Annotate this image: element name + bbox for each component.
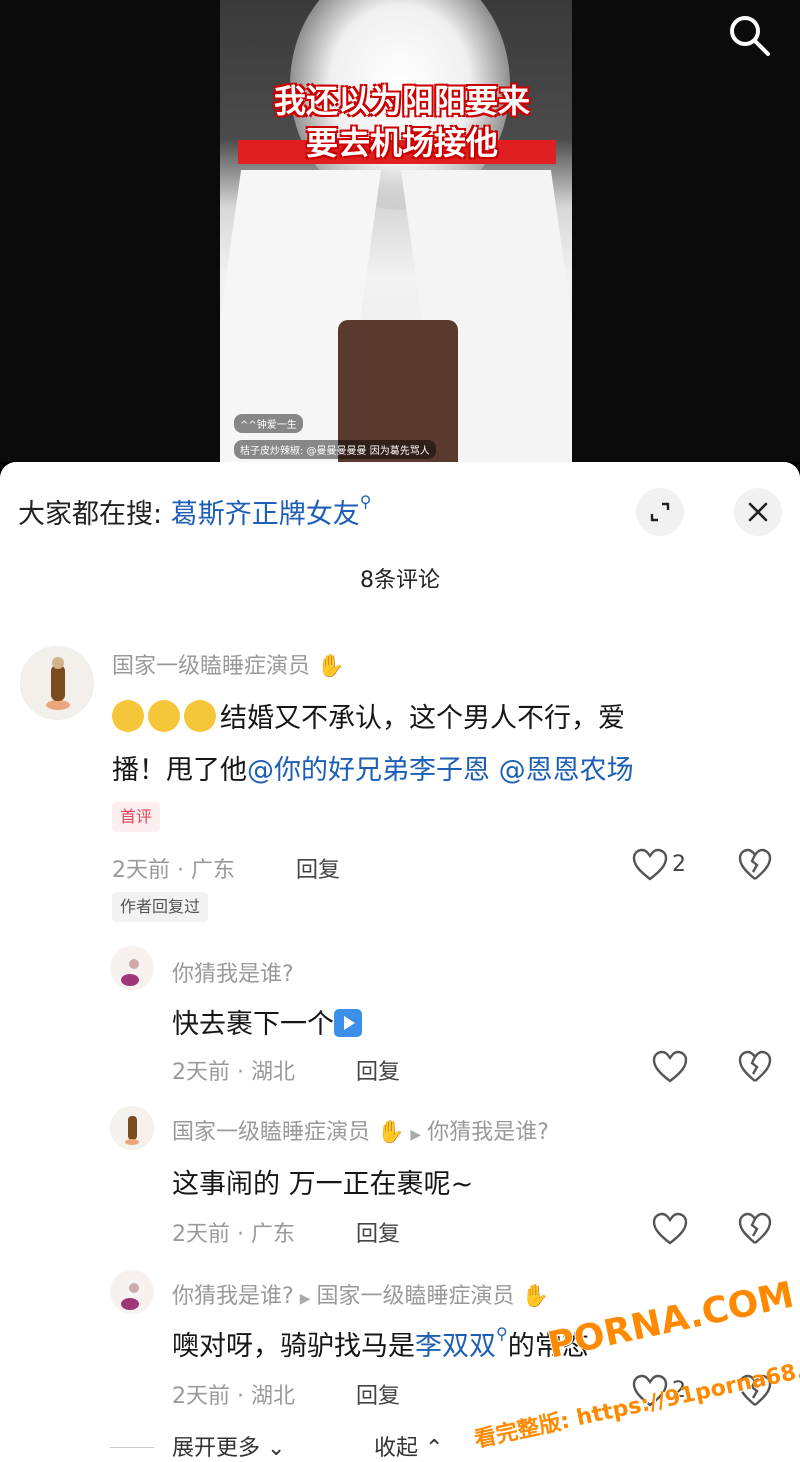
mention-link[interactable]: @恩恩农场 <box>499 755 634 786</box>
mention-link[interactable]: @你的好兄弟李子恩 <box>247 755 490 786</box>
close-icon <box>748 502 768 522</box>
comment-text-line2: 播！甩了他@你的好兄弟李子恩 @恩恩农场 <box>112 755 634 786</box>
reply-button[interactable]: 回复 <box>296 852 340 884</box>
video-frame: 我还以为阳阳要来 要去机场接他 ^^钟爱一生 桔子皮炒辣椒: @曼曼曼曼曼 因为… <box>220 0 572 462</box>
divider <box>110 1447 154 1448</box>
chevron-up-icon: ⌃ <box>425 1436 444 1461</box>
reply-arrow-icon: ▶ <box>299 1291 311 1307</box>
expand-icon <box>650 502 670 522</box>
broken-heart-icon[interactable] <box>738 1212 772 1246</box>
reply-button[interactable]: 回复 <box>356 1378 400 1410</box>
avatar-figure <box>110 1106 154 1150</box>
first-comment-tag: 首评 <box>112 802 161 832</box>
like-count: 2 <box>672 1378 686 1403</box>
collapse-button[interactable]: 收起 ⌃ <box>374 1430 443 1462</box>
close-button[interactable] <box>734 488 782 536</box>
reply-meta: 2天前 · 广东 <box>172 1222 295 1247</box>
wave-icon: ✋ <box>377 1120 405 1145</box>
thinking-emoji-icon <box>184 700 216 732</box>
live-message: ^^钟爱一生 <box>234 414 303 433</box>
trending-search[interactable]: 大家都在搜: 葛斯齐正牌女友⚲ <box>18 492 371 531</box>
broken-heart-icon[interactable] <box>738 848 772 882</box>
reply-arrow-icon: ▶ <box>410 1127 422 1143</box>
reply-text: 噢对呀，骑驴找马是李双双⚲的常态 <box>172 1324 589 1362</box>
reply-button[interactable]: 回复 <box>356 1216 400 1248</box>
reply-text: 这事闹的 万一正在裹呢~ <box>172 1169 474 1200</box>
chevron-down-icon: ⌄ <box>267 1436 286 1461</box>
expand-more-button[interactable]: 展开更多 ⌄ <box>172 1430 285 1462</box>
search-small-icon: ⚲ <box>359 492 372 511</box>
reply-author[interactable]: 国家一级瞌睡症演员 ✋ ▶ 你猜我是谁? <box>172 1114 549 1146</box>
avatar[interactable] <box>20 646 94 720</box>
comment-panel: 大家都在搜: 葛斯齐正牌女友⚲ 8条评论 国家一级瞌睡症演员 ✋ 结婚又不承认，… <box>0 462 800 1462</box>
expand-button[interactable] <box>636 488 684 536</box>
reply-meta: 2天前 · 湖北 <box>172 1384 295 1409</box>
mention-link[interactable]: 李双双 <box>415 1331 496 1362</box>
search-small-icon: ⚲ <box>496 1324 508 1343</box>
video-player[interactable]: 我还以为阳阳要来 要去机场接他 ^^钟爱一生 桔子皮炒辣椒: @曼曼曼曼曼 因为… <box>0 0 800 462</box>
wave-icon: ✋ <box>317 654 345 679</box>
play-icon <box>334 1009 362 1037</box>
wave-icon: ✋ <box>521 1284 549 1309</box>
search-icon[interactable] <box>726 12 772 58</box>
avatar[interactable] <box>110 1106 154 1150</box>
broken-heart-icon[interactable] <box>738 1050 772 1084</box>
broken-heart-icon[interactable] <box>738 1374 772 1408</box>
avatar-figure <box>110 1270 154 1314</box>
video-caption-line1: 我还以为阳阳要来 <box>273 82 530 120</box>
avatar-figure <box>110 946 154 990</box>
avatar[interactable] <box>110 946 154 990</box>
thinking-emoji-icon <box>112 700 144 732</box>
avatar[interactable] <box>110 1270 154 1314</box>
reply-button[interactable]: 回复 <box>356 1054 400 1086</box>
reply-author[interactable]: 你猜我是谁? <box>172 956 294 988</box>
like-count: 2 <box>672 852 686 877</box>
thinking-emoji-icon <box>148 700 180 732</box>
trending-prefix: 大家都在搜: <box>18 499 163 530</box>
video-caption-line2: 要去机场接他 <box>305 124 498 162</box>
reply-author[interactable]: 你猜我是谁? ▶ 国家一级瞌睡症演员 ✋ <box>172 1278 549 1310</box>
reply-meta: 2天前 · 湖北 <box>172 1060 295 1085</box>
author-replied-tag: 作者回复过 <box>112 892 209 922</box>
reply-to-name[interactable]: 你猜我是谁? <box>427 1120 549 1145</box>
comment-author[interactable]: 国家一级瞌睡症演员 ✋ <box>112 648 344 680</box>
heart-icon[interactable] <box>652 1212 688 1246</box>
heart-icon[interactable] <box>652 1050 688 1084</box>
heart-icon[interactable] <box>632 1374 668 1408</box>
avatar-figure <box>46 657 70 710</box>
reply-text: 快去裹下一个 <box>172 1002 362 1041</box>
comment-text: 结婚又不承认，这个男人不行，爱 <box>112 696 625 735</box>
heart-icon[interactable] <box>632 848 668 882</box>
reply-to-name[interactable]: 国家一级瞌睡症演员 <box>316 1284 514 1309</box>
comment-count: 8条评论 <box>360 568 440 593</box>
trending-term[interactable]: 葛斯齐正牌女友 <box>171 499 360 530</box>
comment-meta: 2天前 · 广东 <box>112 858 235 883</box>
live-message: 桔子皮炒辣椒: @曼曼曼曼曼 因为葛先骂人 <box>234 440 436 459</box>
